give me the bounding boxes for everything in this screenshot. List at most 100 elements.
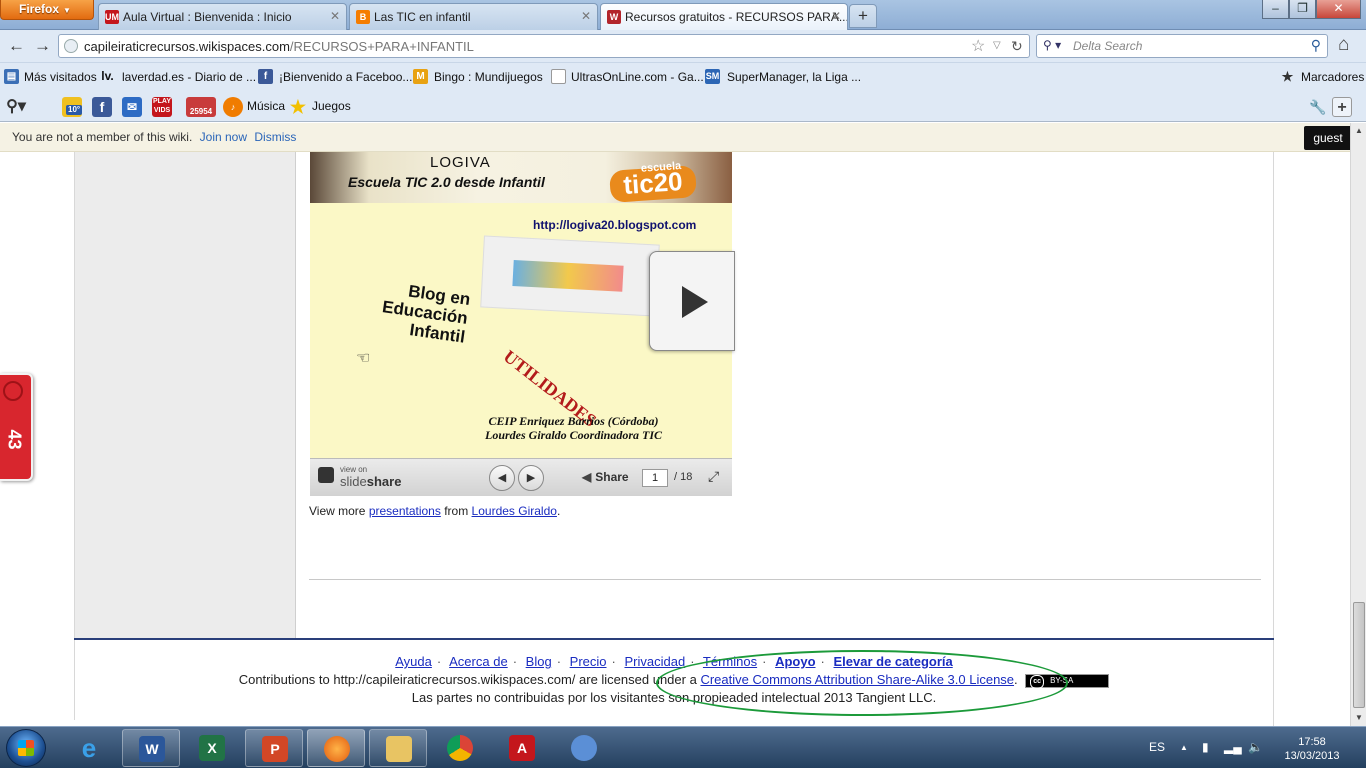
- guest-user-button[interactable]: guest: [1304, 126, 1352, 150]
- tab-recursos-gratuitos[interactable]: W Recursos gratuitos - RECURSOS PARA... …: [600, 3, 848, 31]
- language-indicator[interactable]: ES: [1149, 740, 1165, 754]
- minimize-button[interactable]: –: [1262, 0, 1289, 19]
- mundijuegos-icon: M: [413, 69, 428, 84]
- scrollbar-thumb[interactable]: [1353, 602, 1365, 708]
- blank-page-icon: [551, 69, 566, 84]
- slide-credits: CEIP Enriquez Barrios (Córdoba) Lourdes …: [485, 414, 662, 442]
- start-button[interactable]: [6, 729, 46, 767]
- new-tab-button[interactable]: +: [849, 4, 877, 28]
- firefox-menu-button[interactable]: Firefox ▼: [0, 0, 94, 20]
- add-toolbar-icon[interactable]: +: [1332, 97, 1352, 117]
- firefox-menu-label: Firefox: [19, 2, 60, 16]
- share-button[interactable]: ◀ Share: [582, 470, 629, 484]
- power-icon[interactable]: ▮: [1202, 740, 1209, 754]
- play-video-icon[interactable]: PLAY VIDS: [152, 97, 172, 117]
- footer-link-ayuda[interactable]: Ayuda: [395, 654, 432, 669]
- forward-button[interactable]: →: [34, 36, 51, 56]
- brand-light: slide: [340, 474, 367, 489]
- facebook-icon[interactable]: f: [92, 97, 112, 117]
- author-link[interactable]: Lourdes Giraldo: [472, 504, 557, 518]
- search-icon[interactable]: ⚲: [1311, 37, 1321, 54]
- bookmark-mundijuegos[interactable]: Bingo : Mundijuegos: [434, 70, 543, 84]
- taskbar-word[interactable]: W: [122, 729, 180, 767]
- show-hidden-icons-icon[interactable]: ▲: [1180, 743, 1188, 752]
- games-button[interactable]: Juegos: [312, 99, 351, 113]
- separator: ·: [556, 654, 562, 669]
- close-tab-icon[interactable]: ✕: [581, 9, 591, 23]
- previous-slide-button[interactable]: ◀: [489, 465, 515, 491]
- fullscreen-icon[interactable]: ⤢: [708, 468, 719, 485]
- url-text[interactable]: capileiraticrecursos.wikispaces.com/RECU…: [84, 39, 474, 54]
- side-notification-badge[interactable]: 43: [0, 373, 33, 481]
- footer-link-acerca[interactable]: Acerca de: [449, 654, 508, 669]
- footer-link-precio[interactable]: Precio: [570, 654, 607, 669]
- back-button[interactable]: ←: [8, 36, 25, 56]
- mail-icon[interactable]: ✉: [122, 97, 142, 117]
- brand-bold: share: [366, 474, 402, 489]
- history-dropdown-icon[interactable]: ▽: [993, 40, 1001, 51]
- weather-temperature: 10°: [66, 105, 83, 115]
- taskbar-acrobat[interactable]: A: [493, 729, 551, 767]
- reload-icon[interactable]: ↻: [1011, 38, 1023, 55]
- share-label: Share: [595, 470, 629, 484]
- footer-link-blog[interactable]: Blog: [526, 654, 552, 669]
- taskbar-chrome[interactable]: [431, 729, 489, 767]
- url-bar[interactable]: capileiraticrecursos.wikispaces.com/RECU…: [58, 34, 1030, 58]
- scroll-down-icon[interactable]: ▼: [1351, 710, 1366, 726]
- slideshare-brand-link[interactable]: slideshare: [340, 474, 401, 489]
- bookmark-mas-visitados[interactable]: Más visitados: [24, 70, 97, 84]
- presentations-link[interactable]: presentations: [369, 504, 441, 518]
- thumbnail-banner: [512, 260, 624, 292]
- mail-counter-icon[interactable]: 25954: [186, 97, 216, 117]
- bookmark-supermanager[interactable]: SuperManager, la Liga ...: [727, 70, 861, 84]
- volume-icon[interactable]: 🔈: [1248, 740, 1263, 754]
- close-tab-icon[interactable]: ✕: [831, 9, 841, 23]
- maximize-button[interactable]: ❐: [1289, 0, 1316, 19]
- powerpoint-icon: P: [262, 736, 288, 762]
- taskbar-internet-explorer[interactable]: e: [60, 729, 118, 767]
- taskbar-firefox[interactable]: [307, 729, 365, 767]
- star-bookmark-icon[interactable]: ☆: [971, 36, 985, 56]
- taskbar-excel[interactable]: X: [183, 729, 241, 767]
- tab-aula-virtual[interactable]: UM Aula Virtual : Bienvenida : Inicio ✕: [98, 3, 347, 30]
- wrench-icon[interactable]: 🔧: [1308, 97, 1328, 117]
- slide-page-input[interactable]: 1: [642, 469, 668, 487]
- scroll-up-icon[interactable]: ▲: [1351, 123, 1366, 139]
- search-icon[interactable]: ⚲▾: [6, 97, 26, 117]
- slideshare-logo-icon[interactable]: [318, 467, 334, 483]
- taskbar-explorer[interactable]: [369, 729, 427, 767]
- bookmarks-menu-button[interactable]: Marcadores: [1301, 70, 1364, 84]
- tab-title: Aula Virtual : Bienvenida : Inicio: [123, 10, 292, 24]
- play-button[interactable]: [649, 251, 735, 351]
- paint-palette-icon: [571, 735, 597, 761]
- home-button[interactable]: ⌂: [1338, 34, 1349, 56]
- search-engine-icon[interactable]: ⚲ ▾: [1043, 38, 1061, 52]
- dismiss-link[interactable]: Dismiss: [254, 130, 296, 144]
- weather-icon[interactable]: 10°: [62, 97, 83, 117]
- star-games-icon[interactable]: ★: [288, 97, 308, 117]
- close-window-button[interactable]: ✕: [1316, 0, 1361, 19]
- system-clock[interactable]: 17:58 13/03/2013: [1272, 735, 1352, 763]
- view-more-line: View more presentations from Lourdes Gir…: [309, 504, 560, 518]
- next-slide-button[interactable]: ▶: [518, 465, 544, 491]
- bookmarks-toolbar: ▤ Más visitados lv. laverdad.es - Diario…: [0, 62, 1366, 92]
- bookmark-facebook[interactable]: ¡Bienvenido a Faceboo...: [279, 70, 412, 84]
- footer-rule: [74, 638, 1274, 640]
- close-tab-icon[interactable]: ✕: [330, 9, 340, 23]
- footer-link-privacidad[interactable]: Privacidad: [624, 654, 685, 669]
- taskbar-powerpoint[interactable]: P: [245, 729, 303, 767]
- taskbar-paint[interactable]: [555, 729, 613, 767]
- bookmark-laverdad[interactable]: laverdad.es - Diario de ...: [122, 70, 256, 84]
- music-button[interactable]: Música: [247, 99, 285, 113]
- music-icon[interactable]: ♪: [223, 97, 243, 117]
- slide-blog-title: Blog en Educación Infantil: [378, 278, 471, 347]
- tab-tic-infantil[interactable]: B Las TIC en infantil ✕: [349, 3, 598, 30]
- join-now-link[interactable]: Join now: [200, 130, 247, 144]
- view-more-from: from: [444, 504, 469, 518]
- wiki-membership-notice: You are not a member of this wiki. Join …: [0, 123, 1366, 152]
- vertical-scrollbar[interactable]: ▲ ▼: [1350, 123, 1366, 726]
- search-bar[interactable]: ⚲ ▾ Delta Search ⚲: [1036, 34, 1328, 58]
- network-signal-icon[interactable]: ▂▄: [1224, 740, 1242, 754]
- bookmark-ultrasonline[interactable]: UltrasOnLine.com - Ga...: [571, 70, 704, 84]
- clock-time: 17:58: [1298, 736, 1326, 748]
